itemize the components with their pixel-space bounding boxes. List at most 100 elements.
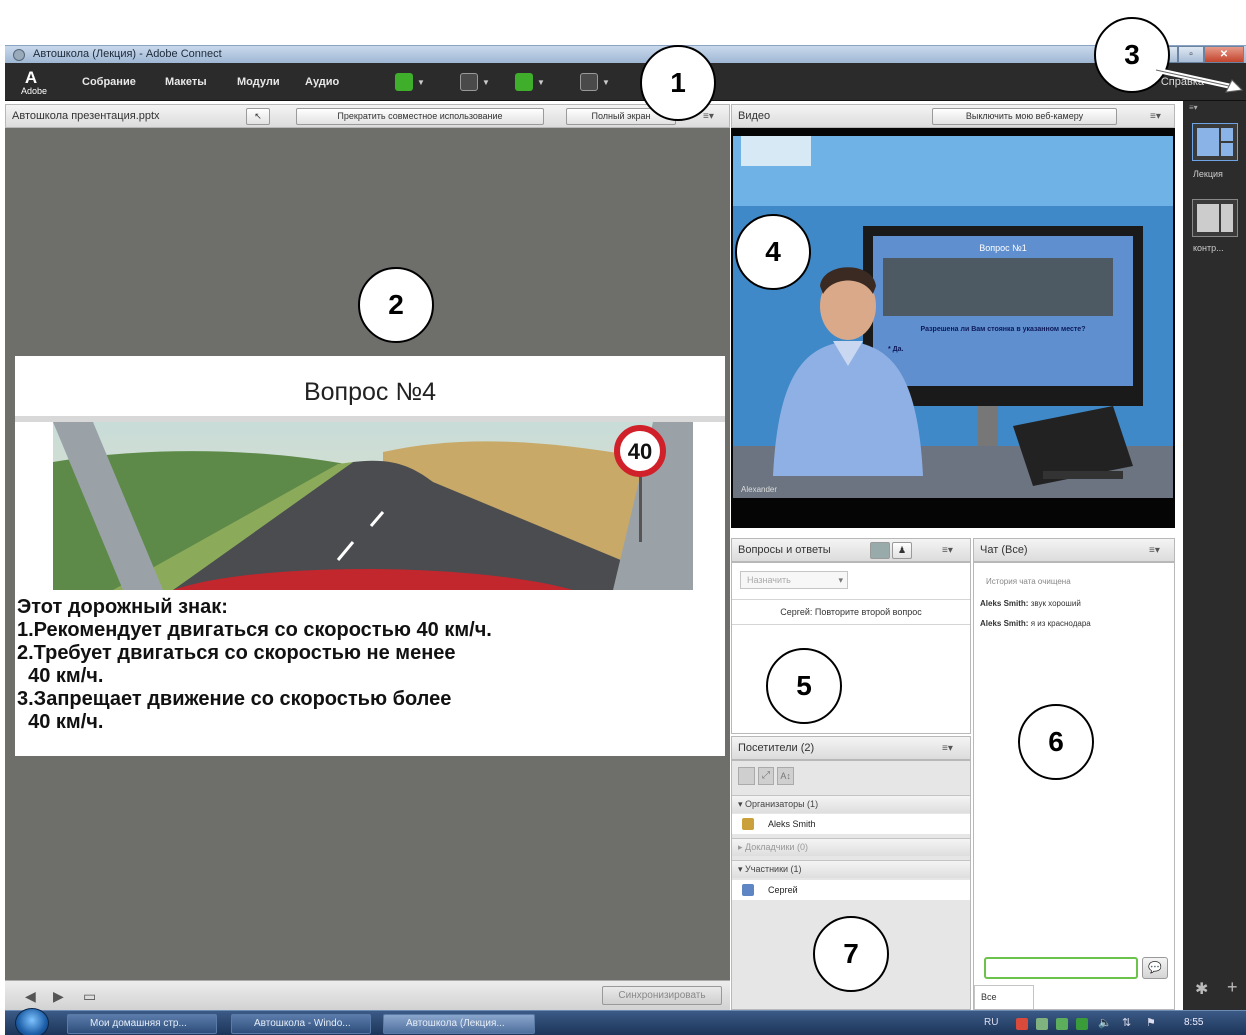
expand-icon[interactable]: ⤢ <box>757 767 775 785</box>
layout-thumb-control[interactable] <box>1192 199 1238 237</box>
flag-icon[interactable]: ⚑ <box>1146 1016 1156 1029</box>
screenshot-root: Автошкола (Лекция) - Adobe Connect _ ▫ ✕… <box>0 0 1246 1035</box>
tray-icon[interactable] <box>1076 1018 1088 1030</box>
callout-4: 4 <box>735 214 811 290</box>
chat-message-author: Aleks Smith: <box>980 619 1029 628</box>
chat-tab-all[interactable]: Все <box>974 985 1034 1009</box>
qna-pod-header: Вопросы и ответы ♟ ≡▾ <box>731 538 971 562</box>
menu-pods[interactable]: Модули <box>237 76 280 88</box>
window-title: Автошкола (Лекция) - Adobe Connect <box>33 48 222 60</box>
taskbar-button-label: Автошкола - Windo... <box>254 1018 351 1029</box>
participant-user-icon <box>742 884 754 896</box>
speed-limit-sign-value: 40 <box>628 439 652 464</box>
attendee-group-participants[interactable]: ▾ Участники (1) <box>732 860 970 878</box>
qna-filter-value: Назначить <box>747 575 791 585</box>
attendee-group-label: Докладчики (0) <box>745 842 808 852</box>
attendee-row[interactable]: Сергей <box>732 880 970 900</box>
video-caption: Alexander <box>741 485 777 494</box>
sort-icon[interactable]: A↕ <box>777 767 795 785</box>
road-scene-illustration: 40 <box>53 422 693 590</box>
taskbar-button[interactable]: Мои домашняя стр... <box>67 1014 217 1034</box>
clock[interactable]: 8:55 <box>1184 1017 1203 1028</box>
add-layout-icon[interactable]: + <box>1227 977 1238 998</box>
system-tray: RU 🔈 ⇅ ⚑ 8:55 <box>976 1011 1246 1035</box>
sync-button[interactable]: Синхронизировать <box>602 986 722 1005</box>
slide-panel-icon[interactable]: ▭ <box>83 988 96 1005</box>
qna-user-icon[interactable]: ♟ <box>892 542 912 559</box>
tray-icon[interactable] <box>1056 1018 1068 1030</box>
pod-menu-icon[interactable]: ≡▾ <box>703 111 714 122</box>
qna-pod-body: Назначить ▾ Сергей: Повторите второй воп… <box>731 562 971 734</box>
qna-pod-title: Вопросы и ответы <box>738 544 831 556</box>
send-message-icon[interactable]: 💬 <box>1142 957 1168 979</box>
tray-icon[interactable] <box>1016 1018 1028 1030</box>
network-icon[interactable]: ⇅ <box>1122 1016 1131 1029</box>
microphone-tool[interactable]: ▼ <box>460 72 490 92</box>
stop-sharing-button[interactable]: Прекратить совместное использование <box>296 108 544 125</box>
pod-menu-icon[interactable]: ≡▾ <box>1150 111 1161 122</box>
settings-icon[interactable]: ✱ <box>1195 979 1208 999</box>
attendee-row[interactable]: Aleks Smith <box>732 814 970 834</box>
adobe-logo: A Adobe <box>21 68 48 96</box>
layout-thumb-lecture[interactable] <box>1192 123 1238 161</box>
chat-message-text: звук хороший <box>1030 599 1081 608</box>
video-pod-header: Видео Выключить мою веб-камеру ≡▾ <box>731 104 1175 128</box>
microphone-icon <box>460 73 478 91</box>
chevron-down-icon: ▼ <box>482 77 490 87</box>
attendees-pod-title: Посетители (2) <box>738 742 814 754</box>
presentation-slide: Вопрос №4 40 Этот дорожный знак: 1.Реком… <box>15 356 725 756</box>
chat-message-text: я из краснодара <box>1030 619 1091 628</box>
windows-taskbar: Мои домашняя стр... Автошкола - Windo...… <box>5 1008 1246 1035</box>
video-pod-content: Вопрос №1 Разрешена ли Вам стоянка в ука… <box>731 128 1175 528</box>
app-icon <box>13 49 25 61</box>
start-button[interactable] <box>15 1008 49 1035</box>
share-pod-header: Автошкола презентация.pptx ↖ Прекратить … <box>5 104 730 128</box>
callout-3-arrow <box>1155 67 1244 93</box>
webcam-tool[interactable]: ▼ <box>515 72 545 92</box>
taskbar-button-active[interactable]: Автошкола (Лекция... <box>383 1014 535 1034</box>
list-view-icon[interactable] <box>738 767 755 785</box>
layout-label-lecture: Лекция <box>1193 169 1223 179</box>
slide-line: 40 км/ч. <box>17 665 104 687</box>
webcam-off-button[interactable]: Выключить мою веб-камеру <box>932 108 1117 125</box>
callout-6: 6 <box>1018 704 1094 780</box>
attendee-group-hosts[interactable]: ▾ Организаторы (1) <box>732 795 970 813</box>
qna-filter-dropdown[interactable]: Назначить ▾ <box>740 571 848 589</box>
raise-hand-tool[interactable]: ▼ <box>580 72 610 92</box>
tray-icon[interactable] <box>1036 1018 1048 1030</box>
road-scene-image: 40 <box>53 422 693 590</box>
chat-input[interactable] <box>984 957 1138 979</box>
chevron-down-icon: ▼ <box>417 77 425 87</box>
chat-pod-title: Чат (Все) <box>980 544 1028 556</box>
callout-7: 7 <box>813 916 889 992</box>
webcam-icon <box>515 73 533 91</box>
pod-menu-icon[interactable]: ≡▾ <box>1149 545 1160 556</box>
sidebar-menu-icon[interactable]: ≡▾ <box>1189 103 1198 112</box>
slide-line: 1.Рекомендует двигаться со скоростью 40 … <box>17 619 492 641</box>
qna-view-icon[interactable] <box>870 542 890 559</box>
previous-slide-icon[interactable]: ◀ <box>25 988 36 1005</box>
pod-menu-icon[interactable]: ≡▾ <box>942 743 953 754</box>
pointer-button[interactable]: ↖ <box>246 108 270 125</box>
chat-message: Aleks Smith: звук хороший <box>980 599 1081 608</box>
menu-audio[interactable]: Аудио <box>305 76 339 88</box>
attendee-name: Сергей <box>768 885 798 895</box>
callout-1: 1 <box>640 45 716 121</box>
volume-icon[interactable]: 🔈 <box>1098 1016 1112 1029</box>
tv-screen-answer: * Да. <box>888 346 904 353</box>
menu-meeting[interactable]: Собрание <box>82 76 136 88</box>
pod-menu-icon[interactable]: ≡▾ <box>942 545 953 556</box>
next-slide-icon[interactable]: ▶ <box>53 988 64 1005</box>
attendees-title-text: Посетители <box>738 742 798 754</box>
chevron-down-icon: ▾ <box>838 575 843 585</box>
taskbar-button[interactable]: Автошкола - Windo... <box>231 1014 371 1034</box>
studio-scene: Вопрос №1 Разрешена ли Вам стоянка в ука… <box>733 136 1173 498</box>
qna-question-item[interactable]: Сергей: Повторите второй вопрос <box>732 599 970 625</box>
attendee-group-presenters[interactable]: ▸ Докладчики (0) <box>732 838 970 856</box>
menu-layouts[interactable]: Макеты <box>165 76 207 88</box>
share-pod-footer: ◀ ▶ ▭ Синхронизировать <box>5 980 730 1010</box>
menu-bar: A Adobe Собрание Макеты Модули Аудио ▼ ▼ … <box>5 63 1246 101</box>
slide-line: 3.Запрещает движение со скоростью более <box>17 688 452 710</box>
speaker-tool[interactable]: ▼ <box>395 72 425 92</box>
language-indicator[interactable]: RU <box>984 1017 998 1028</box>
